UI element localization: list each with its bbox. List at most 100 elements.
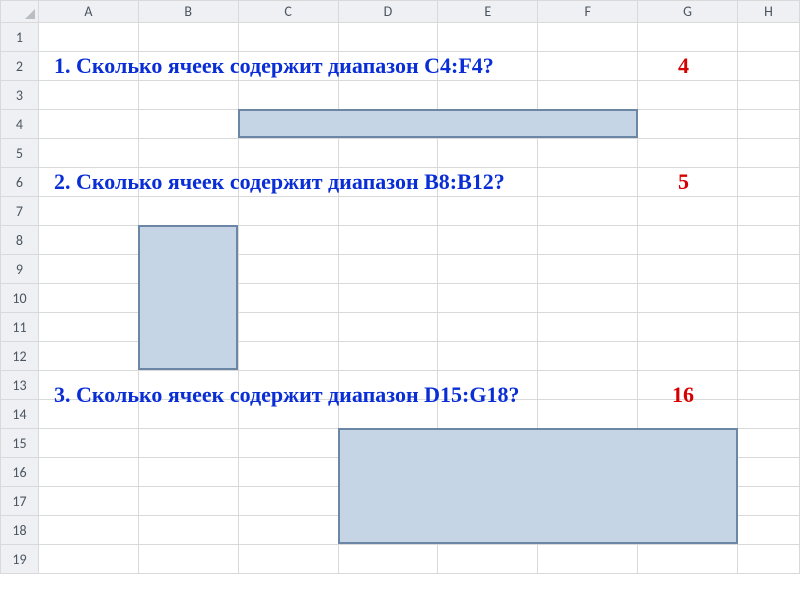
cell-h3[interactable] bbox=[737, 81, 799, 110]
cell-d18[interactable] bbox=[338, 516, 438, 545]
column-header-e[interactable]: E bbox=[438, 1, 538, 23]
cell-e12[interactable] bbox=[438, 342, 538, 371]
cell-b15[interactable] bbox=[138, 429, 238, 458]
row-header-4[interactable]: 4 bbox=[1, 110, 39, 139]
cell-f9[interactable] bbox=[538, 255, 638, 284]
cell-g16[interactable] bbox=[638, 458, 738, 487]
cell-b16[interactable] bbox=[138, 458, 238, 487]
cell-a3[interactable] bbox=[38, 81, 138, 110]
cell-a9[interactable] bbox=[38, 255, 138, 284]
row-header-11[interactable]: 11 bbox=[1, 313, 39, 342]
cell-c7[interactable] bbox=[238, 197, 338, 226]
cell-g12[interactable] bbox=[638, 342, 738, 371]
cell-e5[interactable] bbox=[438, 139, 538, 168]
cell-e11[interactable] bbox=[438, 313, 538, 342]
cell-g11[interactable] bbox=[638, 313, 738, 342]
cell-b10[interactable] bbox=[138, 284, 238, 313]
row-header-2[interactable]: 2 bbox=[1, 52, 39, 81]
cell-h14[interactable] bbox=[737, 400, 799, 429]
cell-e3[interactable] bbox=[438, 81, 538, 110]
cell-d19[interactable] bbox=[338, 545, 438, 574]
cell-a1[interactable] bbox=[38, 23, 138, 52]
cell-e8[interactable] bbox=[438, 226, 538, 255]
column-header-d[interactable]: D bbox=[338, 1, 438, 23]
cell-h13[interactable] bbox=[737, 371, 799, 400]
cell-d9[interactable] bbox=[338, 255, 438, 284]
cell-d12[interactable] bbox=[338, 342, 438, 371]
cell-g4[interactable] bbox=[638, 110, 738, 139]
cell-h11[interactable] bbox=[737, 313, 799, 342]
cell-f10[interactable] bbox=[538, 284, 638, 313]
cell-a18[interactable] bbox=[38, 516, 138, 545]
column-header-a[interactable]: A bbox=[38, 1, 138, 23]
cell-f12[interactable] bbox=[538, 342, 638, 371]
cell-d15[interactable] bbox=[338, 429, 438, 458]
cell-d4[interactable] bbox=[338, 110, 438, 139]
cell-c5[interactable] bbox=[238, 139, 338, 168]
cell-a19[interactable] bbox=[38, 545, 138, 574]
cell-e9[interactable] bbox=[438, 255, 538, 284]
cell-e17[interactable] bbox=[438, 487, 538, 516]
cell-a8[interactable] bbox=[38, 226, 138, 255]
cell-h10[interactable] bbox=[737, 284, 799, 313]
row-header-17[interactable]: 17 bbox=[1, 487, 39, 516]
cell-b5[interactable] bbox=[138, 139, 238, 168]
row-header-12[interactable]: 12 bbox=[1, 342, 39, 371]
column-header-h[interactable]: H bbox=[737, 1, 799, 23]
cell-c18[interactable] bbox=[238, 516, 338, 545]
cell-b12[interactable] bbox=[138, 342, 238, 371]
row-header-10[interactable]: 10 bbox=[1, 284, 39, 313]
cell-c17[interactable] bbox=[238, 487, 338, 516]
cell-f18[interactable] bbox=[538, 516, 638, 545]
cell-a16[interactable] bbox=[38, 458, 138, 487]
cell-d17[interactable] bbox=[338, 487, 438, 516]
cell-h7[interactable] bbox=[737, 197, 799, 226]
cell-a7[interactable] bbox=[38, 197, 138, 226]
row-header-6[interactable]: 6 bbox=[1, 168, 39, 197]
row-header-14[interactable]: 14 bbox=[1, 400, 39, 429]
cell-g3[interactable] bbox=[638, 81, 738, 110]
cell-c12[interactable] bbox=[238, 342, 338, 371]
cell-c16[interactable] bbox=[238, 458, 338, 487]
cell-h12[interactable] bbox=[737, 342, 799, 371]
cell-b1[interactable] bbox=[138, 23, 238, 52]
cell-f15[interactable] bbox=[538, 429, 638, 458]
cell-g18[interactable] bbox=[638, 516, 738, 545]
column-header-g[interactable]: G bbox=[638, 1, 738, 23]
cell-c15[interactable] bbox=[238, 429, 338, 458]
cell-c1[interactable] bbox=[238, 23, 338, 52]
cell-g17[interactable] bbox=[638, 487, 738, 516]
cell-e1[interactable] bbox=[438, 23, 538, 52]
cell-f6[interactable] bbox=[538, 168, 638, 197]
row-header-1[interactable]: 1 bbox=[1, 23, 39, 52]
cell-h15[interactable] bbox=[737, 429, 799, 458]
cell-c8[interactable] bbox=[238, 226, 338, 255]
cell-h4[interactable] bbox=[737, 110, 799, 139]
column-header-f[interactable]: F bbox=[538, 1, 638, 23]
cell-e10[interactable] bbox=[438, 284, 538, 313]
cell-h19[interactable] bbox=[737, 545, 799, 574]
cell-f2[interactable] bbox=[538, 52, 638, 81]
cell-c4[interactable] bbox=[238, 110, 338, 139]
cell-b3[interactable] bbox=[138, 81, 238, 110]
cell-a12[interactable] bbox=[38, 342, 138, 371]
cell-d5[interactable] bbox=[338, 139, 438, 168]
row-header-19[interactable]: 19 bbox=[1, 545, 39, 574]
cell-b11[interactable] bbox=[138, 313, 238, 342]
cell-a5[interactable] bbox=[38, 139, 138, 168]
select-all-corner[interactable] bbox=[1, 1, 39, 23]
cell-d11[interactable] bbox=[338, 313, 438, 342]
cell-f19[interactable] bbox=[538, 545, 638, 574]
cell-h17[interactable] bbox=[737, 487, 799, 516]
cell-b19[interactable] bbox=[138, 545, 238, 574]
cell-d16[interactable] bbox=[338, 458, 438, 487]
cell-b4[interactable] bbox=[138, 110, 238, 139]
spreadsheet-grid[interactable]: ABCDEFGH12345678910111213141516171819 bbox=[0, 0, 800, 574]
cell-e18[interactable] bbox=[438, 516, 538, 545]
cell-e15[interactable] bbox=[438, 429, 538, 458]
row-header-3[interactable]: 3 bbox=[1, 81, 39, 110]
cell-c3[interactable] bbox=[238, 81, 338, 110]
cell-g5[interactable] bbox=[638, 139, 738, 168]
cell-g1[interactable] bbox=[638, 23, 738, 52]
cell-e4[interactable] bbox=[438, 110, 538, 139]
